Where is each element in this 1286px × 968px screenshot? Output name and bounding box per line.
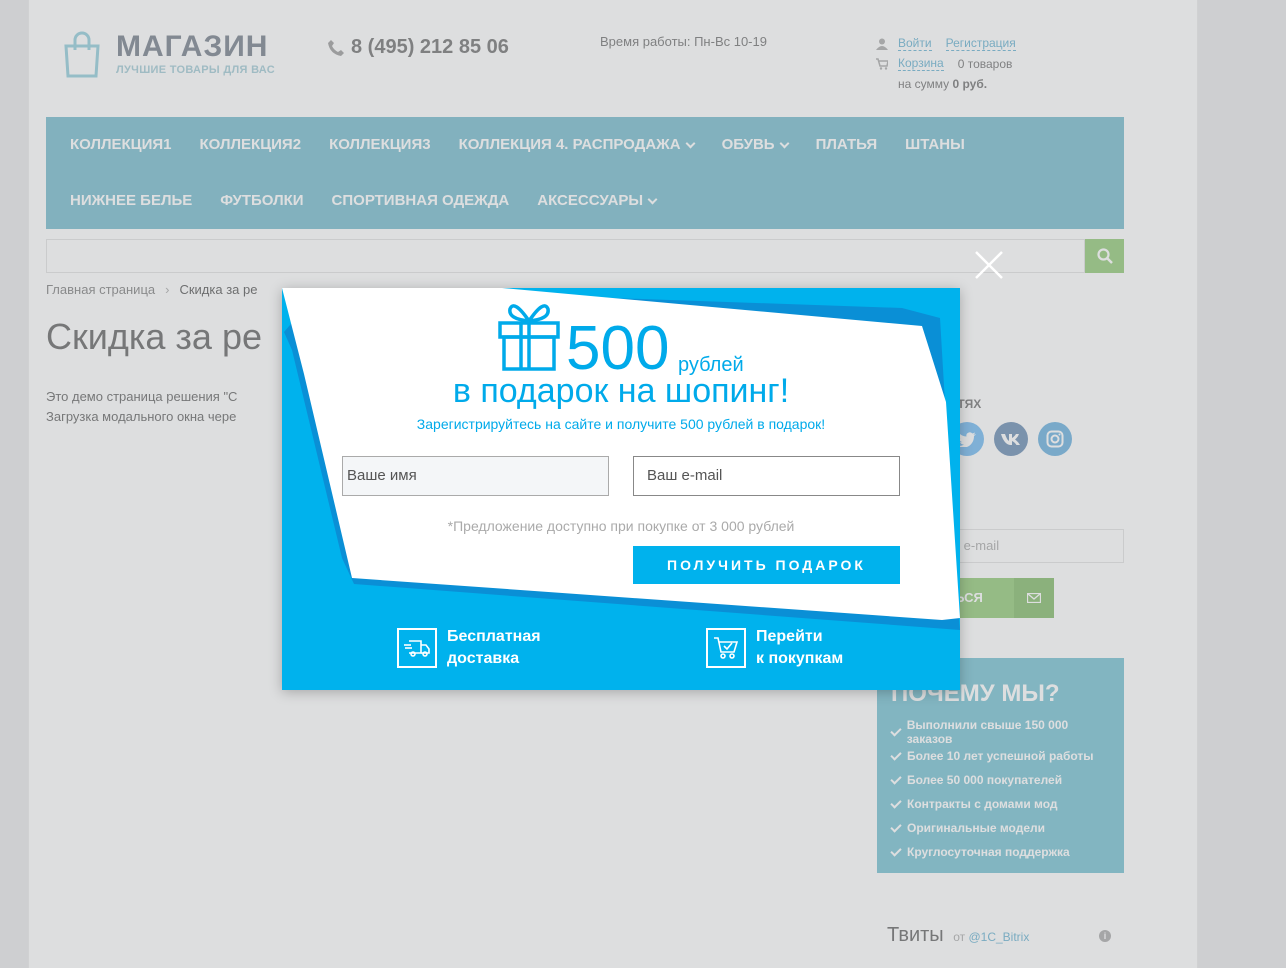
shopping-cart-icon — [706, 628, 746, 668]
close-icon[interactable] — [974, 250, 1004, 280]
get-gift-button[interactable]: ПОЛУЧИТЬ ПОДАРОК — [633, 546, 900, 584]
modal-title: в подарок на шопинг! — [452, 372, 790, 410]
feature-free-delivery: Бесплатная доставка — [397, 626, 541, 670]
feature-line: доставка — [447, 650, 520, 667]
feature-line: Перейти — [756, 628, 823, 645]
feature-line: Бесплатная — [447, 628, 541, 645]
offer-note: *Предложение доступно при покупке от 3 0… — [447, 518, 795, 534]
email-input[interactable]: Ваш e-mail — [633, 456, 900, 496]
name-input[interactable]: Ваше имя — [342, 456, 609, 496]
gift-modal: 500 рублей в подарок на шопинг! Зарегист… — [282, 288, 960, 690]
feature-go-shopping[interactable]: Перейти к покупкам — [706, 626, 843, 670]
delivery-truck-icon — [397, 628, 437, 668]
modal-subtitle: Зарегистрируйтесь на сайте и получите 50… — [416, 416, 826, 432]
feature-line: к покупкам — [756, 650, 844, 667]
gift-icon — [498, 304, 560, 371]
